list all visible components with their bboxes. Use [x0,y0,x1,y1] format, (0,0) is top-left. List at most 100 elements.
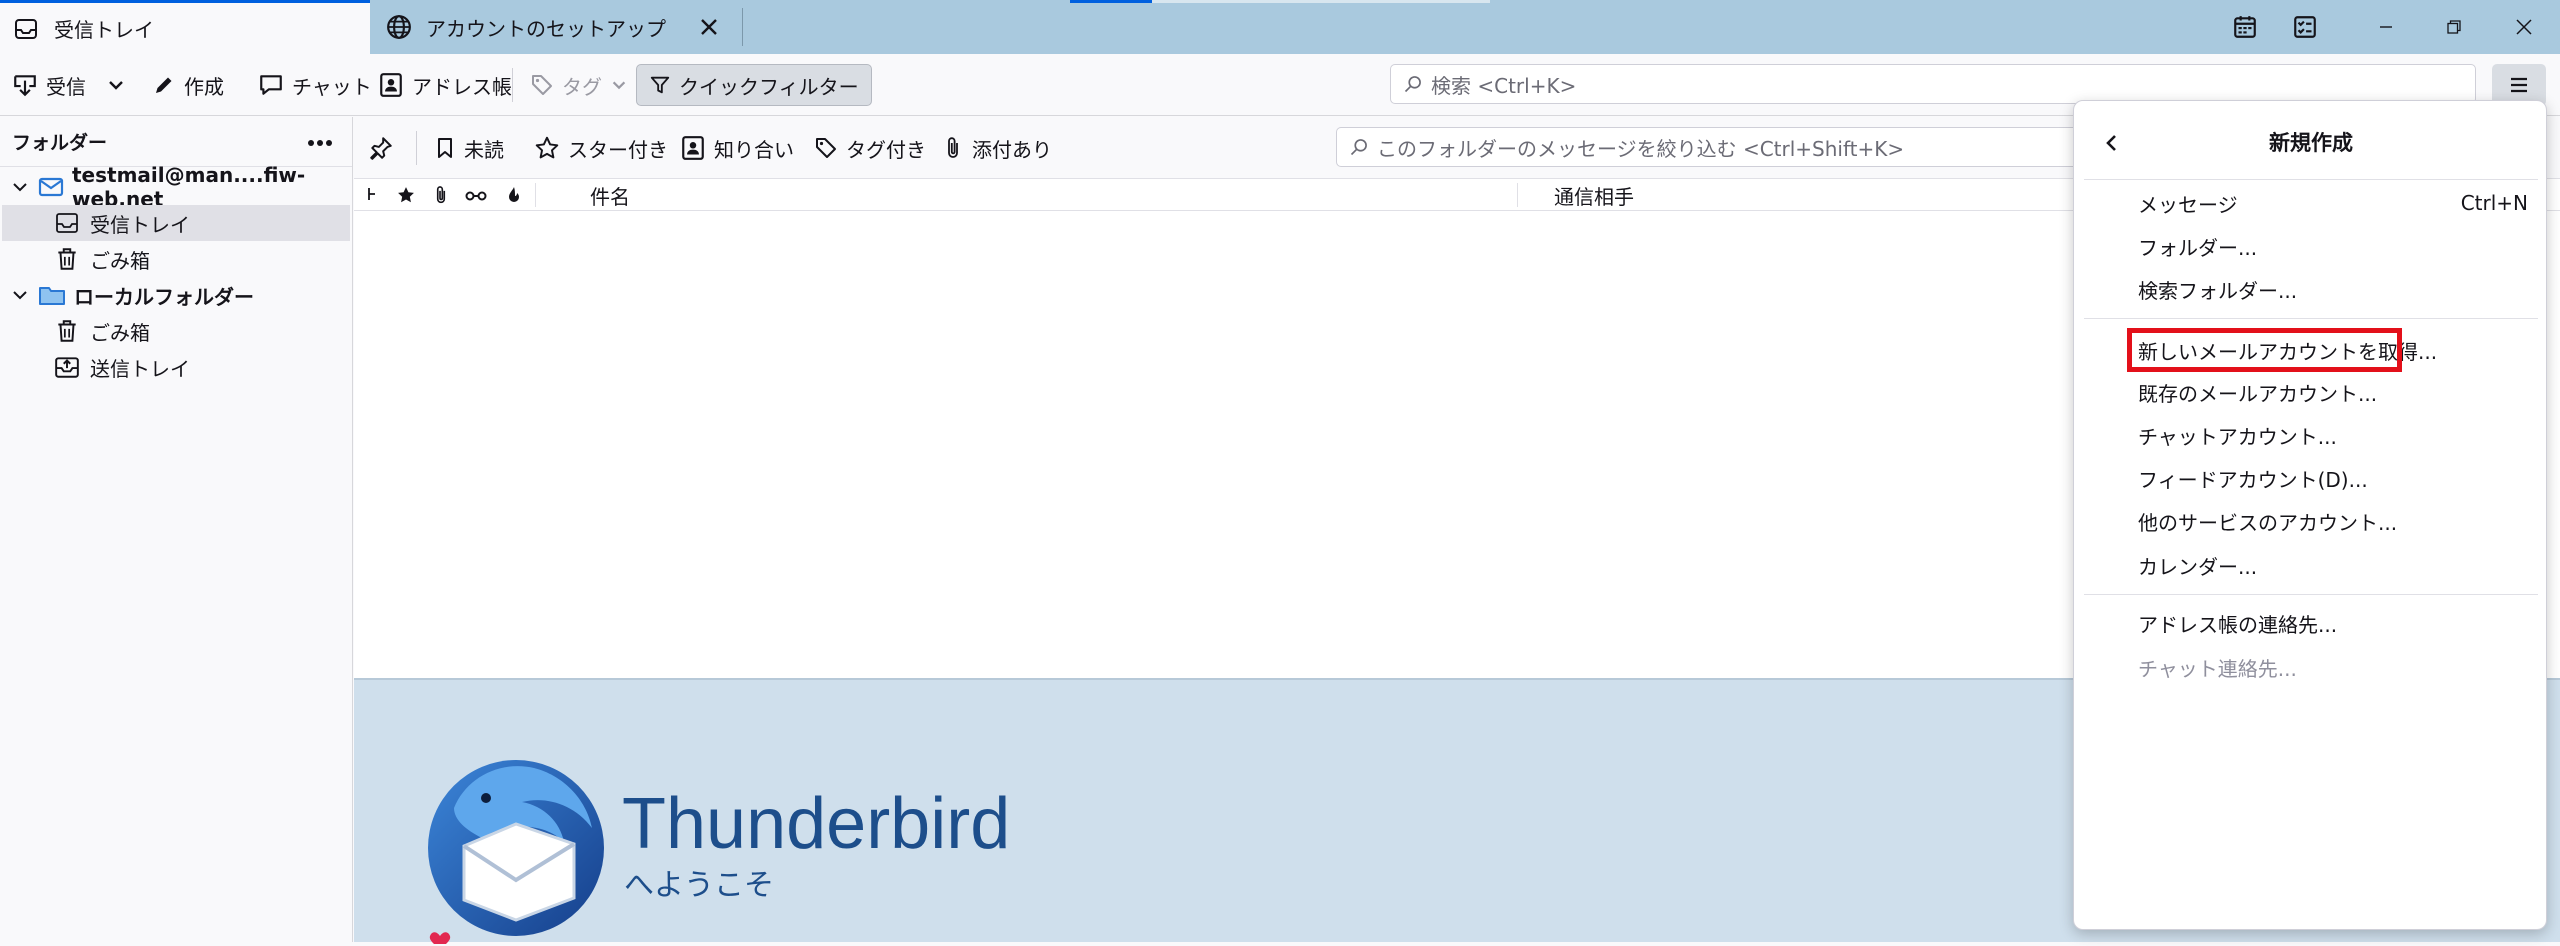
starred-filter-button[interactable]: スター付き [534,127,668,169]
unread-filter-button[interactable]: 未読 [434,127,504,169]
tag-icon [530,73,562,97]
menu-item-calendar[interactable]: カレンダー... [2074,545,2548,585]
contact-filter-button[interactable]: 知り合い [680,127,794,169]
tab-inbox[interactable]: 受信トレイ [0,0,370,54]
get-messages-button[interactable]: 受信 [12,63,86,107]
address-book-label: アドレス帳 [412,74,512,99]
star-icon [534,135,568,161]
attachment-filter-label: 添付あり [972,137,1052,162]
folder-pane-title: フォルダー [12,132,108,154]
chat-label: チャット [292,74,372,99]
folder-inbox[interactable]: 受信トレイ [2,205,350,241]
tab-account-setup[interactable]: アカウントのセットアップ [370,0,742,54]
star-icon[interactable] [396,185,416,205]
glasses-icon[interactable] [464,186,488,204]
menu-item-label: チャット連絡先... [2138,656,2297,681]
filter-icon [649,74,679,96]
folder-icon [38,283,66,307]
folder-local-folders[interactable]: ローカルフォルダー [2,277,350,313]
tags-filter-button[interactable]: タグ付き [814,127,926,169]
tab-inbox-label: 受信トレイ [54,18,154,42]
menu-title: 新規作成 [2269,131,2353,155]
thread-icon[interactable] [366,185,378,205]
restore-button[interactable] [2420,0,2488,54]
folder-label: testmail@man....fiw-web.net [72,163,306,211]
menu-item-existing-mail-account[interactable]: 既存のメールアカウント... [2074,372,2548,412]
tags-filter-label: タグ付き [846,137,926,162]
chevron-left-icon [2101,132,2123,154]
global-search-input[interactable]: 検索 <Ctrl+K> [1390,64,2476,104]
quick-filter-button[interactable]: クイックフィルター [636,64,872,106]
trash-icon [54,318,80,344]
menu-item-feed-account[interactable]: フィードアカウント(D)... [2074,458,2548,498]
attachment-filter-button[interactable]: 添付あり [942,127,1052,169]
mail-account-icon [38,176,64,198]
menu-item-label: フィードアカウント(D)... [2138,467,2368,492]
menu-item-other-service-account[interactable]: 他のサービスのアカウント... [2074,501,2548,541]
search-icon [1349,137,1369,157]
address-book-button[interactable]: アドレス帳 [378,63,512,107]
folder-label: ごみ箱 [90,320,150,345]
write-button[interactable]: 作成 [152,63,224,107]
bookmark-icon [434,136,464,160]
contact-filter-label: 知り合い [714,137,794,162]
toolbar-separator [512,68,513,102]
menu-item-label: 他のサービスのアカウント... [2138,510,2398,535]
write-label: 作成 [184,74,224,99]
thunderbird-logo [424,750,610,946]
folder-label: ローカルフォルダー [74,284,254,309]
menu-item-label: フォルダー... [2138,235,2258,260]
sticky-filter-button[interactable] [368,127,402,169]
app-menu-panel: 新規作成 メッセージ Ctrl+N フォルダー... 検索フォルダー... 新し… [2073,100,2547,930]
menu-item-label: カレンダー... [2138,554,2258,579]
chevron-down-icon[interactable] [10,285,30,305]
menu-separator [2084,179,2538,180]
menu-item-chat-account[interactable]: チャットアカウント... [2074,415,2548,455]
subject-column-header[interactable]: 件名 [590,181,630,210]
menu-item-label: アドレス帳の連絡先... [2138,612,2338,637]
folder-trash[interactable]: ごみ箱 [2,241,350,277]
hamburger-icon [2508,74,2530,96]
chevron-down-icon[interactable] [10,177,30,197]
folder-outbox[interactable]: 送信トレイ [2,349,350,385]
close-icon[interactable] [696,14,722,40]
tasks-button[interactable] [2270,0,2340,54]
paperclip-icon[interactable] [432,183,450,207]
tag-icon [814,136,846,160]
get-messages-dropdown[interactable] [106,63,134,107]
global-search-placeholder: 検索 <Ctrl+K> [1431,73,1577,98]
junk-icon[interactable] [506,185,522,205]
menu-item-address-book-contact[interactable]: アドレス帳の連絡先... [2074,603,2548,643]
tab-account-setup-label: アカウントのセットアップ [426,16,666,41]
menu-item-search-folder[interactable]: 検索フォルダー... [2074,269,2548,309]
folder-pane: フォルダー testmail@man....fiw-web.net 受信トレイ … [0,117,353,942]
tasks-icon [2292,14,2318,40]
tab-separator [742,8,743,46]
globe-icon [386,14,412,40]
chevron-down-icon [106,75,134,95]
address-book-icon [378,72,412,98]
menu-item-shortcut: Ctrl+N [2460,191,2528,215]
menu-item-message[interactable]: メッセージ Ctrl+N [2074,183,2548,223]
highlight-annotation [2127,328,2402,372]
menu-item-label: 検索フォルダー... [2138,278,2298,303]
folder-filter-placeholder: このフォルダーのメッセージを絞り込む <Ctrl+Shift+K> [1377,136,1905,161]
menu-item-label: チャットアカウント... [2138,424,2337,449]
menu-back-button[interactable] [2094,125,2130,161]
correspondents-column-header[interactable]: 通信相手 [1554,181,1634,210]
download-icon [12,72,46,98]
more-icon[interactable] [304,127,336,159]
menu-item-folder[interactable]: フォルダー... [2074,226,2548,266]
menu-item-label: メッセージ [2138,192,2238,217]
window-close-button[interactable] [2490,0,2558,54]
folder-local-trash[interactable]: ごみ箱 [2,313,350,349]
calendar-icon [2232,14,2258,40]
minimize-button[interactable] [2352,0,2420,54]
menu-separator [2084,594,2538,595]
restore-icon [2445,18,2463,36]
menu-separator [2084,318,2538,319]
tag-button[interactable]: タグ [530,63,636,107]
chat-button[interactable]: チャット [258,63,372,107]
folder-account-testmail[interactable]: testmail@man....fiw-web.net [2,163,350,211]
column-divider [535,183,536,207]
